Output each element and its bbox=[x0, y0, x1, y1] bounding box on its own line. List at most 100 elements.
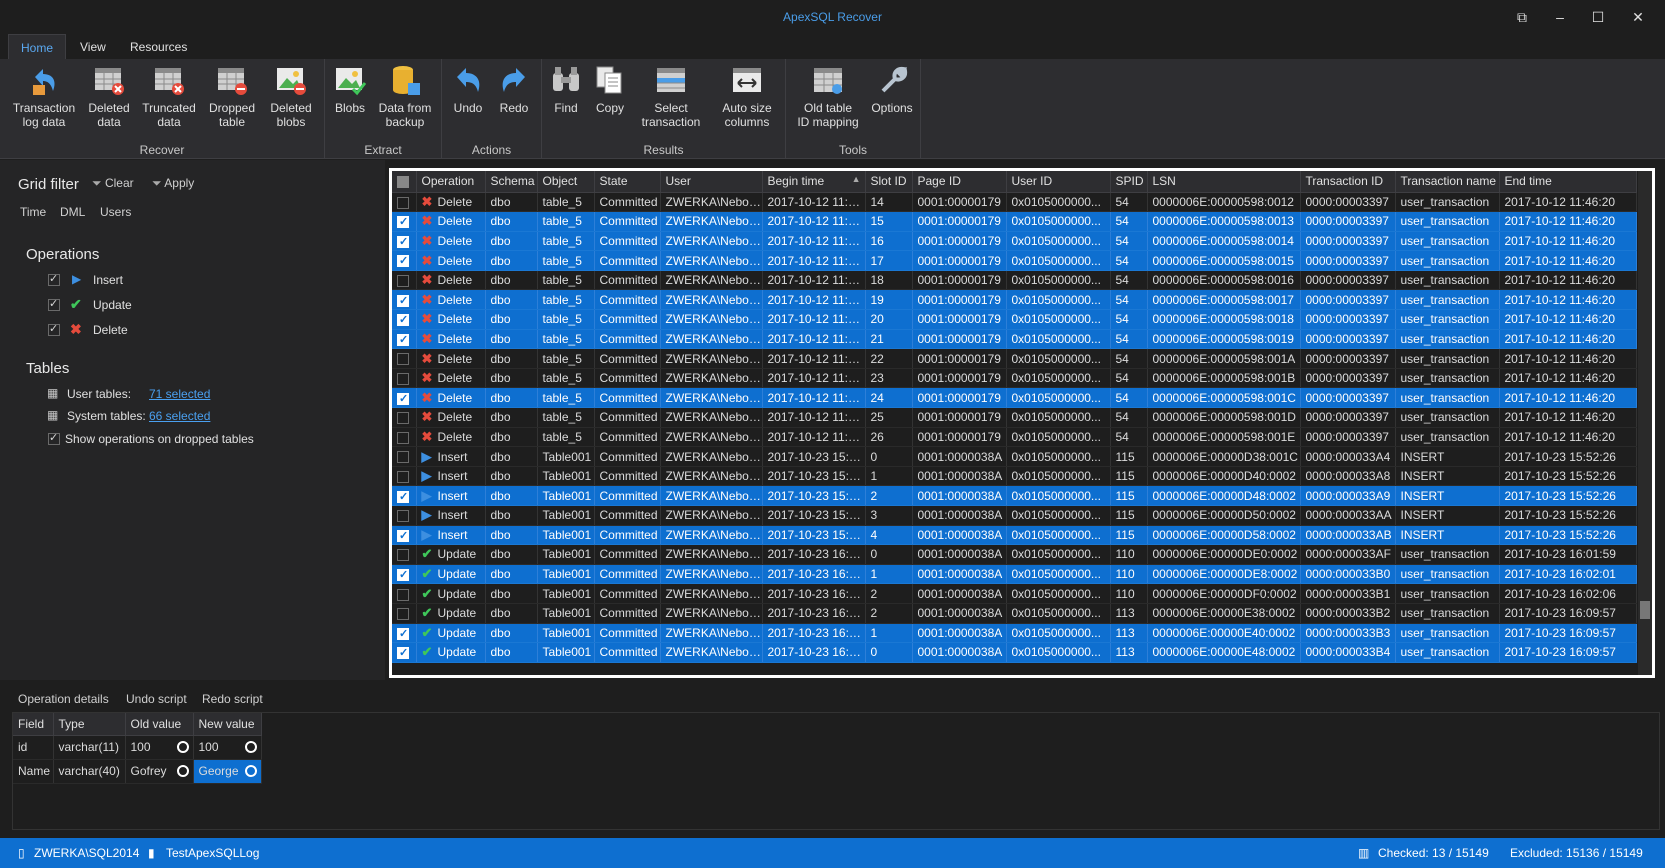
row-checkbox-cell[interactable] bbox=[392, 583, 417, 604]
col-spid[interactable]: SPID bbox=[1110, 171, 1148, 193]
subtab-users[interactable]: Users bbox=[100, 205, 131, 219]
row-checkbox[interactable] bbox=[397, 588, 409, 601]
tab-home[interactable]: Home bbox=[8, 34, 67, 60]
deleted-data-button[interactable]: Deleted data bbox=[80, 63, 138, 129]
row-checkbox[interactable] bbox=[397, 608, 409, 621]
row-checkbox-cell[interactable] bbox=[392, 309, 417, 330]
row-checkbox[interactable] bbox=[397, 333, 409, 346]
table-row[interactable]: ▶ Insert dboTable001CommittedZWERKA\Nebojs… bbox=[392, 466, 1637, 487]
row-checkbox-cell[interactable] bbox=[392, 348, 417, 369]
tab-redo-script[interactable]: Redo script bbox=[202, 692, 263, 706]
insert-checkbox[interactable] bbox=[48, 272, 60, 286]
table-row[interactable]: ✖ Delete dbotable_5CommittedZWERKA\Nebojsa… bbox=[392, 270, 1637, 291]
row-checkbox-cell[interactable] bbox=[392, 446, 417, 467]
blobs-button[interactable]: Blobs bbox=[329, 63, 371, 115]
truncated-data-button[interactable]: Truncated data bbox=[138, 63, 200, 129]
row-checkbox-cell[interactable] bbox=[392, 368, 417, 389]
details-row[interactable]: id varchar(11) 100 100 bbox=[13, 735, 262, 760]
table-row[interactable]: ✔ Update dboTable001CommittedZWERKA\Nebojs… bbox=[392, 583, 1637, 604]
table-row[interactable]: ✔ Update dboTable001CommittedZWERKA\Nebojs… bbox=[392, 642, 1637, 663]
table-row[interactable]: ✔ Update dboTable001CommittedZWERKA\Nebojs… bbox=[392, 623, 1637, 644]
col-end-time[interactable]: End time bbox=[1499, 171, 1637, 193]
col-transaction-id[interactable]: Transaction ID bbox=[1300, 171, 1396, 193]
table-row[interactable]: ✔ Update dboTable001CommittedZWERKA\Nebojs… bbox=[392, 544, 1637, 565]
select-transaction-button[interactable]: Select transaction bbox=[632, 63, 710, 129]
row-checkbox-cell[interactable] bbox=[392, 623, 417, 644]
col-user-id[interactable]: User ID bbox=[1006, 171, 1111, 193]
table-row[interactable]: ✖ Delete dbotable_5CommittedZWERKA\Nebojsa… bbox=[392, 192, 1637, 213]
auto-size-columns-button[interactable]: Auto size columns bbox=[712, 63, 782, 129]
table-row[interactable]: ✖ Delete dbotable_5CommittedZWERKA\Nebojsa… bbox=[392, 289, 1637, 311]
update-checkbox[interactable] bbox=[48, 297, 60, 311]
subtab-dml[interactable]: DML bbox=[60, 205, 85, 219]
row-checkbox-cell[interactable] bbox=[392, 544, 417, 565]
table-row[interactable]: ▶ Insert dboTable001CommittedZWERKA\Nebojs… bbox=[392, 485, 1637, 506]
row-checkbox-cell[interactable] bbox=[392, 250, 417, 271]
row-checkbox[interactable] bbox=[397, 529, 409, 542]
restore-ribbon-icon[interactable]: ⧉ bbox=[1512, 8, 1532, 26]
table-row[interactable]: ▶ Insert dboTable001CommittedZWERKA\Nebojs… bbox=[392, 525, 1637, 546]
row-checkbox-cell[interactable] bbox=[392, 211, 417, 232]
row-checkbox[interactable] bbox=[397, 196, 409, 209]
table-row[interactable]: ▶ Insert dboTable001CommittedZWERKA\Nebojs… bbox=[392, 446, 1637, 467]
details-row[interactable]: Name varchar(40) Gofrey George bbox=[13, 759, 262, 784]
col-new-value[interactable]: New value bbox=[193, 713, 262, 736]
table-row[interactable]: ✖ Delete dbotable_5CommittedZWERKA\Nebojsa… bbox=[392, 427, 1637, 448]
table-row[interactable]: ✖ Delete dbotable_5CommittedZWERKA\Nebojsa… bbox=[392, 407, 1637, 428]
row-checkbox-cell[interactable] bbox=[392, 485, 417, 506]
row-checkbox-cell[interactable] bbox=[392, 270, 417, 291]
table-row[interactable]: ✖ Delete dbotable_5CommittedZWERKA\Nebojsa… bbox=[392, 368, 1637, 389]
minimize-button[interactable]: – bbox=[1550, 8, 1570, 26]
row-checkbox-cell[interactable] bbox=[392, 603, 417, 624]
vertical-scrollbar[interactable] bbox=[1638, 171, 1652, 675]
table-row[interactable]: ✖ Delete dbotable_5CommittedZWERKA\Nebojsa… bbox=[392, 231, 1637, 252]
show-dropped-checkbox[interactable] bbox=[48, 431, 60, 445]
row-checkbox-cell[interactable] bbox=[392, 564, 417, 585]
select-all-checkbox[interactable] bbox=[392, 171, 417, 193]
row-checkbox-cell[interactable] bbox=[392, 329, 417, 350]
table-row[interactable]: ✖ Delete dbotable_5CommittedZWERKA\Nebojsa… bbox=[392, 329, 1637, 350]
row-checkbox-cell[interactable] bbox=[392, 505, 417, 526]
dropped-table-button[interactable]: Dropped table bbox=[202, 63, 262, 129]
row-checkbox[interactable] bbox=[397, 372, 409, 385]
row-checkbox-cell[interactable] bbox=[392, 192, 417, 213]
magnifier-icon[interactable] bbox=[176, 740, 189, 753]
transaction-log-data-button[interactable]: Transaction log data bbox=[8, 63, 80, 129]
old-table-id-mapping-button[interactable]: Old table ID mapping bbox=[792, 63, 864, 129]
deleted-blobs-button[interactable]: Deleted blobs bbox=[262, 63, 320, 129]
col-user[interactable]: User bbox=[660, 171, 763, 193]
redo-button[interactable]: Redo bbox=[492, 63, 536, 115]
row-checkbox[interactable] bbox=[397, 549, 409, 562]
apply-filter-button[interactable]: ⏷ Apply bbox=[152, 176, 194, 191]
new-value-cell[interactable]: George bbox=[193, 759, 262, 784]
table-row[interactable]: ✖ Delete dbotable_5CommittedZWERKA\Nebojsa… bbox=[392, 348, 1637, 369]
row-checkbox[interactable] bbox=[397, 392, 409, 405]
row-checkbox-cell[interactable] bbox=[392, 466, 417, 487]
old-value-cell[interactable]: Gofrey bbox=[125, 759, 194, 784]
col-lsn[interactable]: LSN bbox=[1147, 171, 1301, 193]
scrollbar-thumb[interactable] bbox=[1640, 601, 1650, 619]
tab-view[interactable]: View bbox=[68, 34, 118, 60]
row-checkbox[interactable] bbox=[397, 451, 409, 464]
tab-undo-script[interactable]: Undo script bbox=[126, 692, 187, 706]
user-tables-link[interactable]: 71 selected bbox=[149, 387, 210, 401]
row-checkbox-cell[interactable] bbox=[392, 387, 417, 409]
magnifier-icon[interactable] bbox=[244, 764, 257, 777]
row-checkbox[interactable] bbox=[397, 275, 409, 287]
tab-operation-details[interactable]: Operation details bbox=[18, 692, 109, 706]
row-checkbox[interactable] bbox=[397, 215, 409, 229]
col-state[interactable]: State bbox=[594, 171, 661, 193]
table-row[interactable]: ✖ Delete dbotable_5CommittedZWERKA\Nebojsa… bbox=[392, 211, 1637, 232]
row-checkbox[interactable] bbox=[397, 568, 409, 581]
maximize-button[interactable]: ☐ bbox=[1588, 8, 1608, 26]
row-checkbox[interactable] bbox=[397, 412, 409, 425]
col-operation[interactable]: Operation bbox=[416, 171, 486, 193]
magnifier-icon[interactable] bbox=[176, 764, 189, 777]
col-page-id[interactable]: Page ID bbox=[912, 171, 1007, 193]
col-old-value[interactable]: Old value bbox=[125, 713, 194, 736]
row-checkbox-cell[interactable] bbox=[392, 525, 417, 546]
col-schema[interactable]: Schema bbox=[485, 171, 538, 193]
row-checkbox[interactable] bbox=[397, 627, 409, 640]
row-checkbox-cell[interactable] bbox=[392, 231, 417, 252]
row-checkbox[interactable] bbox=[397, 235, 409, 248]
